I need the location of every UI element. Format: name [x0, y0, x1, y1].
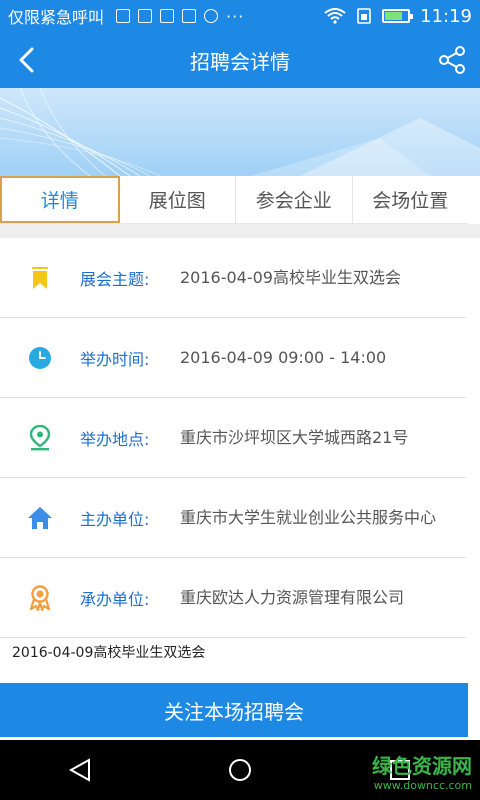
phone-sim-icon: [357, 8, 371, 24]
tab-details[interactable]: 详情: [0, 176, 120, 223]
battery-icon: [382, 9, 414, 23]
info-list: 展会主题: 2016-04-09高校毕业生双选会 举办时间: 2016-04-0…: [0, 238, 466, 638]
location-label: 举办地点:: [80, 429, 150, 449]
sim-icon: [116, 9, 131, 23]
battery-level: [385, 12, 403, 20]
time-value: 2016-04-09 09:00 - 14:00: [180, 347, 387, 367]
info-icon-cell: [0, 506, 80, 530]
info-row-location: 举办地点: 重庆市沙坪坝区大学城西路21号: [0, 398, 466, 478]
home-icon: [28, 506, 52, 529]
host-value: 重庆市大学生就业创业公共服务中心: [180, 507, 437, 527]
nav-home-button[interactable]: [210, 750, 270, 790]
watermark-url: www.downcc.com: [373, 779, 472, 792]
triangle-back-icon: [68, 758, 90, 782]
car-icon: [138, 9, 153, 23]
circle-home-icon: [229, 759, 251, 781]
info-row-time: 举办时间: 2016-04-09 09:00 - 14:00: [0, 318, 466, 398]
share-button[interactable]: [432, 40, 472, 80]
title-bar: 招聘会详情: [0, 32, 480, 88]
info-icon-cell: [0, 424, 80, 451]
clock-icon: [29, 346, 51, 369]
status-notification: 仅限紧急呼叫: [8, 8, 105, 27]
status-left: 仅限紧急呼叫 ···: [8, 4, 244, 28]
time-label: 举办时间:: [80, 349, 150, 369]
banner-decoration: [0, 88, 480, 176]
status-time: 11:19: [420, 5, 472, 27]
tab-venue-location[interactable]: 会场位置: [353, 176, 469, 223]
event-banner: [0, 88, 480, 176]
section-gap: [0, 224, 480, 238]
image-icon: [160, 9, 175, 23]
nav-back-button[interactable]: [50, 750, 110, 790]
page-title: 招聘会详情: [190, 49, 290, 74]
info-icon-cell: [0, 346, 80, 370]
wifi-icon: [324, 8, 346, 24]
location-pin-icon: [29, 424, 51, 450]
info-icon-cell: [0, 584, 80, 611]
share-icon: [439, 46, 465, 74]
bookmark-icon: [32, 266, 48, 289]
tab-booth-map[interactable]: 展位图: [120, 176, 236, 223]
status-right: 11:19: [324, 6, 472, 27]
follow-fair-button[interactable]: 关注本场招聘会: [0, 683, 468, 737]
tab-companies[interactable]: 参会企业: [236, 176, 353, 223]
info-row-theme: 展会主题: 2016-04-09高校毕业生双选会: [0, 238, 466, 318]
award-icon: [29, 584, 51, 611]
location-value: 重庆市沙坪坝区大学城西路21号: [180, 427, 409, 447]
more-notifications: ···: [226, 6, 245, 26]
watermark-title: 绿色资源网: [372, 754, 472, 778]
organizer-value: 重庆欧达人力资源管理有限公司: [180, 587, 405, 607]
watermark: 绿色资源网 www.downcc.com: [372, 750, 472, 792]
back-button[interactable]: [6, 40, 46, 80]
status-bar: 仅限紧急呼叫 ··· 11:19: [0, 0, 480, 32]
block-icon: [204, 9, 219, 23]
status-icons: ···: [116, 7, 244, 26]
info-row-host: 主办单位: 重庆市大学生就业创业公共服务中心: [0, 478, 466, 558]
theme-label: 展会主题:: [80, 269, 150, 289]
detail-tabs: 详情 展位图 参会企业 会场位置: [0, 176, 468, 224]
chevron-left-icon: [19, 47, 34, 73]
keyboard-icon: [182, 9, 197, 23]
theme-value: 2016-04-09高校毕业生双选会: [180, 267, 401, 287]
info-row-organizer: 承办单位: 重庆欧达人力资源管理有限公司: [0, 558, 466, 638]
organizer-label: 承办单位:: [80, 589, 150, 609]
event-summary-text: 2016-04-09高校毕业生双选会: [12, 645, 206, 661]
info-icon-cell: [0, 266, 80, 290]
host-label: 主办单位:: [80, 509, 150, 529]
